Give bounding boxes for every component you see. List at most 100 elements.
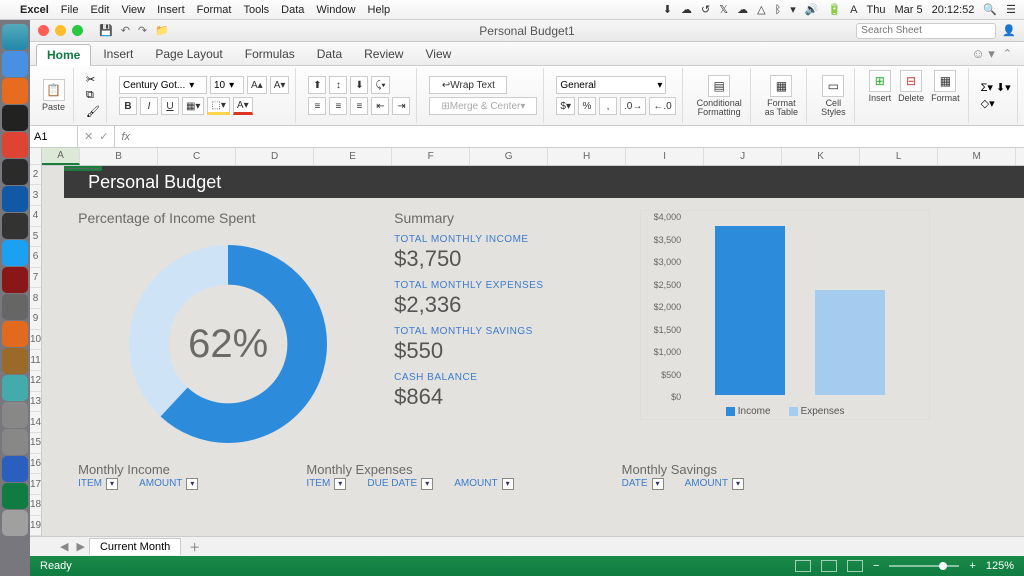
font-size-select[interactable]: 10▾ xyxy=(210,76,244,94)
tab-insert[interactable]: Insert xyxy=(93,44,143,64)
orientation-icon[interactable]: ⤹▾ xyxy=(371,76,389,94)
row-header[interactable]: 7 xyxy=(30,268,41,289)
col-header[interactable]: F xyxy=(392,148,470,165)
zoom-out-icon[interactable]: − xyxy=(873,560,879,572)
underline-button[interactable]: U xyxy=(161,97,179,115)
col-header[interactable]: K xyxy=(782,148,860,165)
battery-icon[interactable]: 🔋 xyxy=(827,3,841,16)
undo-icon[interactable]: ↶ xyxy=(121,24,130,37)
col-header[interactable]: H xyxy=(548,148,626,165)
decrease-decimal-icon[interactable]: ←.0 xyxy=(649,97,675,115)
row-header[interactable]: 14 xyxy=(30,412,41,433)
dock-app3-icon[interactable] xyxy=(2,294,28,320)
dock-firefox-icon[interactable] xyxy=(2,78,28,104)
col-header[interactable]: A xyxy=(42,148,80,165)
dock-word-icon[interactable] xyxy=(2,456,28,482)
notifications-icon[interactable]: ☰ xyxy=(1006,3,1016,16)
italic-button[interactable]: I xyxy=(140,97,158,115)
percent-button[interactable]: % xyxy=(578,97,596,115)
save-icon[interactable]: 💾 xyxy=(99,24,113,37)
align-middle-icon[interactable]: ↕ xyxy=(329,76,347,94)
paste-button[interactable]: 📋Paste xyxy=(40,77,67,114)
th-amount[interactable]: AMOUNT▾ xyxy=(454,478,513,490)
dock-app8-icon[interactable] xyxy=(2,429,28,455)
format-as-table-button[interactable]: ▦Format as Table xyxy=(763,73,800,119)
menu-tools[interactable]: Tools xyxy=(243,4,269,16)
font-name-select[interactable]: Century Got...▾ xyxy=(119,76,207,94)
collapse-ribbon-icon[interactable]: ⌃ xyxy=(997,47,1018,60)
row-header[interactable]: 9 xyxy=(30,309,41,330)
wifi-icon[interactable]: ▾ xyxy=(790,3,796,16)
col-header[interactable]: N xyxy=(1016,148,1024,165)
align-center-icon[interactable]: ≡ xyxy=(329,97,347,115)
row-header[interactable]: 16 xyxy=(30,454,41,475)
th-item[interactable]: ITEM▾ xyxy=(78,478,118,490)
dock-photoshop-icon[interactable] xyxy=(2,186,28,212)
minimize-icon[interactable] xyxy=(55,25,66,36)
dock-lightroom-icon[interactable] xyxy=(2,213,28,239)
col-header[interactable]: C xyxy=(158,148,236,165)
row-header[interactable]: 2 xyxy=(30,165,41,186)
dock-app2-icon[interactable] xyxy=(2,267,28,293)
menu-data[interactable]: Data xyxy=(281,4,304,16)
col-header[interactable]: B xyxy=(80,148,158,165)
conditional-formatting-button[interactable]: ▤Conditional Formatting xyxy=(695,73,744,119)
decrease-font-icon[interactable]: A▾ xyxy=(270,76,290,94)
add-sheet-icon[interactable]: ＋ xyxy=(181,539,208,555)
tab-review[interactable]: Review xyxy=(354,44,413,64)
feedback-icon[interactable]: ☺ ▾ xyxy=(971,46,994,62)
cut-icon[interactable]: ✂ xyxy=(86,73,100,86)
onedrive-icon[interactable]: ☁ xyxy=(681,3,692,16)
fill-color-button[interactable]: ⬚▾ xyxy=(207,97,229,115)
row-header[interactable]: 10 xyxy=(30,330,41,351)
grid[interactable]: A B C D E F G H I J K L M N Personal Bud… xyxy=(42,148,1024,536)
indent-decrease-icon[interactable]: ⇤ xyxy=(371,97,389,115)
row-header[interactable]: 13 xyxy=(30,392,41,413)
zoom-in-icon[interactable]: + xyxy=(969,560,975,572)
row-header[interactable]: 6 xyxy=(30,247,41,268)
align-bottom-icon[interactable]: ⬇ xyxy=(350,76,368,94)
col-header[interactable]: M xyxy=(938,148,1016,165)
row-header[interactable]: 18 xyxy=(30,495,41,516)
menu-window[interactable]: Window xyxy=(316,4,355,16)
bluetooth-icon[interactable]: ᛒ xyxy=(775,4,782,16)
tab-page-layout[interactable]: Page Layout xyxy=(145,44,232,64)
app-name[interactable]: Excel xyxy=(20,4,49,16)
active-cell[interactable] xyxy=(64,166,102,171)
dock-app4-icon[interactable] xyxy=(2,321,28,347)
border-button[interactable]: ▦▾ xyxy=(182,97,204,115)
menu-edit[interactable]: Edit xyxy=(90,4,109,16)
increase-font-icon[interactable]: A▴ xyxy=(247,76,267,94)
wrap-text-button[interactable]: ↩ Wrap Text xyxy=(429,76,507,94)
cancel-formula-icon[interactable]: ✕ xyxy=(84,130,93,143)
tab-view[interactable]: View xyxy=(415,44,461,64)
dock-safari-icon[interactable] xyxy=(2,51,28,77)
insert-cells-button[interactable]: ⊞Insert xyxy=(867,68,894,123)
view-normal-icon[interactable] xyxy=(795,560,811,572)
align-top-icon[interactable]: ⬆ xyxy=(308,76,326,94)
th-amount[interactable]: AMOUNT▾ xyxy=(685,478,744,490)
bold-button[interactable]: B xyxy=(119,97,137,115)
redo-icon[interactable]: ↷ xyxy=(138,24,147,37)
row-header[interactable]: 8 xyxy=(30,288,41,309)
view-layout-icon[interactable] xyxy=(821,560,837,572)
row-header[interactable]: 17 xyxy=(30,474,41,495)
dock-app7-icon[interactable] xyxy=(2,402,28,428)
close-icon[interactable] xyxy=(38,25,49,36)
font-color-button[interactable]: A▾ xyxy=(233,97,253,115)
col-header[interactable]: J xyxy=(704,148,782,165)
spotlight-icon[interactable]: 🔍 xyxy=(983,3,997,16)
currency-button[interactable]: $▾ xyxy=(556,97,575,115)
folder-icon[interactable]: 📁 xyxy=(155,24,169,37)
delete-cells-button[interactable]: ⊟Delete xyxy=(896,68,926,123)
comma-button[interactable]: , xyxy=(599,97,617,115)
increase-decimal-icon[interactable]: .0→ xyxy=(620,97,646,115)
col-header[interactable]: G xyxy=(470,148,548,165)
col-header[interactable]: D xyxy=(236,148,314,165)
dock-app6-icon[interactable] xyxy=(2,375,28,401)
fill-icon[interactable]: ⬇▾ xyxy=(996,81,1011,94)
share-icon[interactable]: 👤 xyxy=(1002,24,1016,37)
dock-trash-icon[interactable] xyxy=(2,510,28,536)
col-header[interactable]: E xyxy=(314,148,392,165)
zoom-icon[interactable] xyxy=(72,25,83,36)
